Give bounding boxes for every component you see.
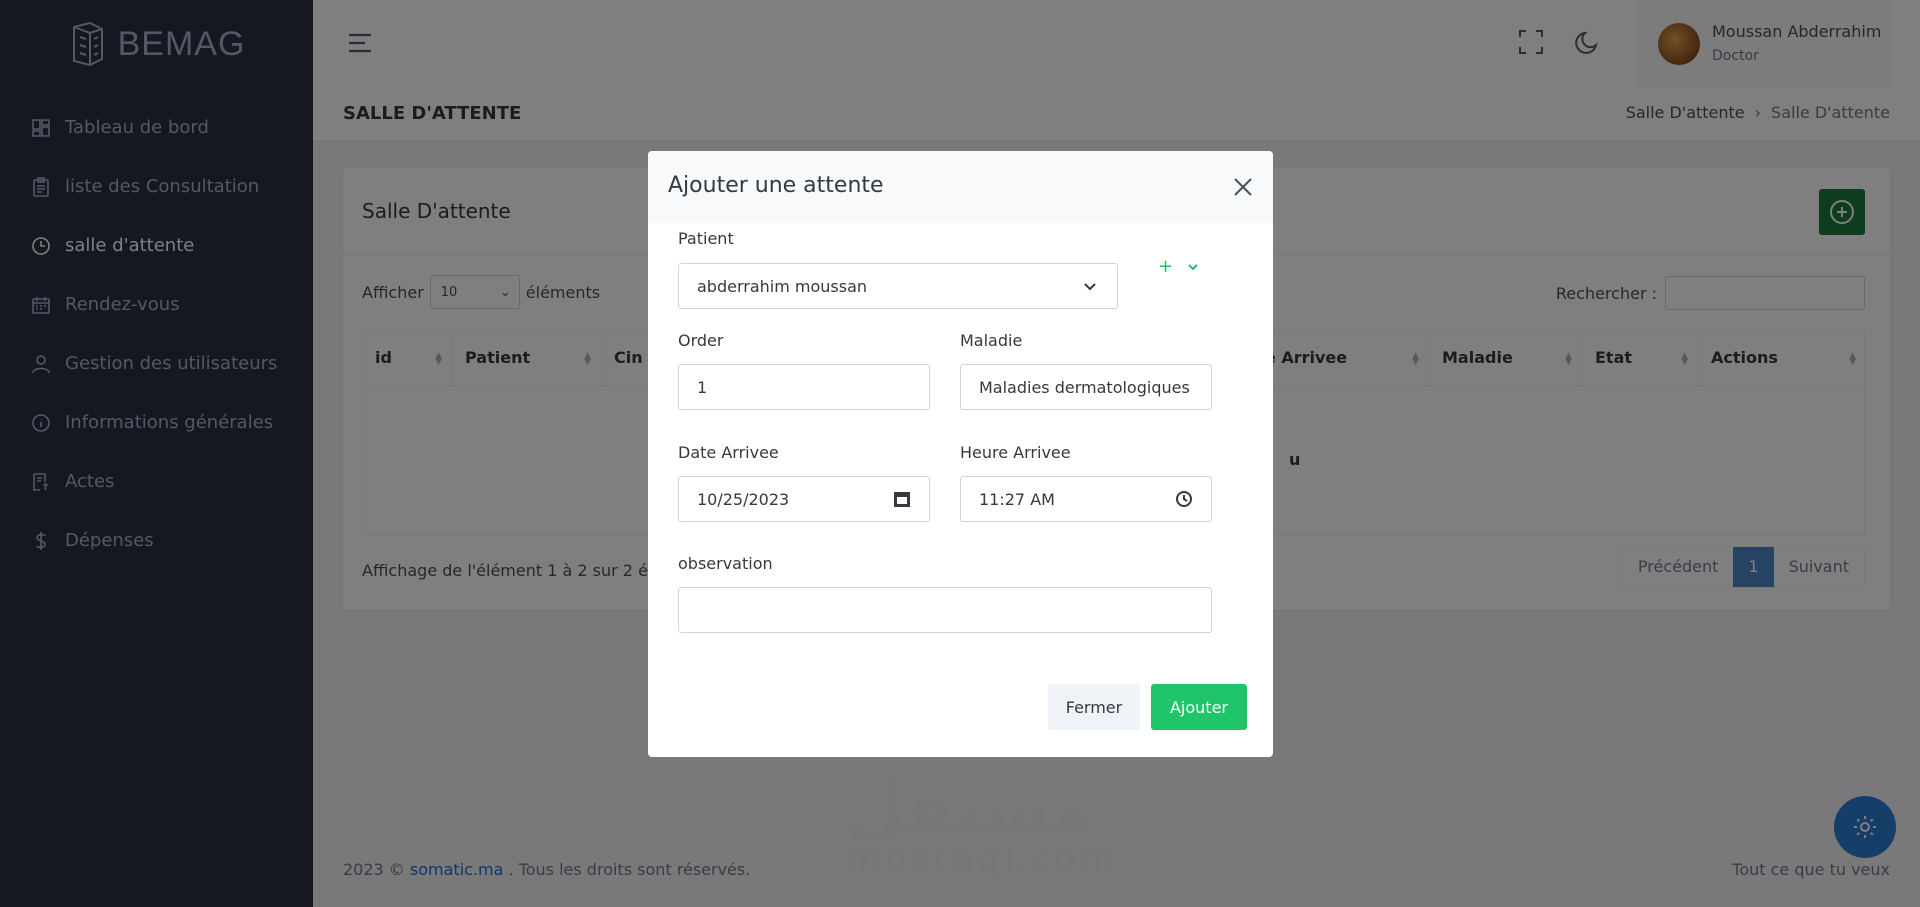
watermark-arabic: مستقل (845, 770, 1094, 849)
patient-select-value: abderrahim moussan (697, 276, 868, 296)
heure-arrivee-input[interactable]: 11:27 AM (960, 476, 1212, 522)
order-input[interactable]: 1 (678, 364, 930, 410)
date-arrivee-label: Date Arrivee (678, 443, 779, 462)
add-patient-toggle[interactable]: + (1158, 256, 1199, 277)
heure-arrivee-label: Heure Arrivee (960, 443, 1071, 462)
plus-icon: + (1158, 256, 1174, 277)
add-attente-modal: Ajouter une attente Patient abderrahim m… (648, 151, 1273, 757)
observation-input[interactable] (678, 587, 1212, 633)
date-arrivee-value: 10/25/2023 (697, 489, 790, 509)
modal-title: Ajouter une attente (668, 173, 884, 198)
submit-button[interactable]: Ajouter (1151, 684, 1247, 730)
modal-header: Ajouter une attente (648, 151, 1273, 223)
clock-icon[interactable] (1175, 490, 1193, 508)
patient-select[interactable]: abderrahim moussan (678, 263, 1118, 309)
watermark-latin: mostaql.com (845, 839, 1117, 880)
chevron-down-icon (1188, 263, 1198, 270)
close-icon[interactable] (1231, 175, 1255, 199)
date-arrivee-input[interactable]: 10/25/2023 (678, 476, 930, 522)
maladie-label: Maladie (960, 331, 1023, 350)
order-value: 1 (697, 377, 708, 397)
close-button[interactable]: Fermer (1048, 684, 1140, 730)
calendar-icon[interactable] (893, 490, 911, 508)
heure-arrivee-value: 11:27 AM (979, 489, 1055, 509)
maladie-input[interactable]: Maladies dermatologiques (960, 364, 1212, 410)
patient-label: Patient (678, 229, 734, 248)
order-label: Order (678, 331, 724, 350)
maladie-value: Maladies dermatologiques (979, 377, 1190, 397)
chevron-down-icon (1081, 277, 1099, 295)
watermark: مستقل mostaql.com (845, 770, 1117, 880)
observation-label: observation (678, 554, 773, 573)
